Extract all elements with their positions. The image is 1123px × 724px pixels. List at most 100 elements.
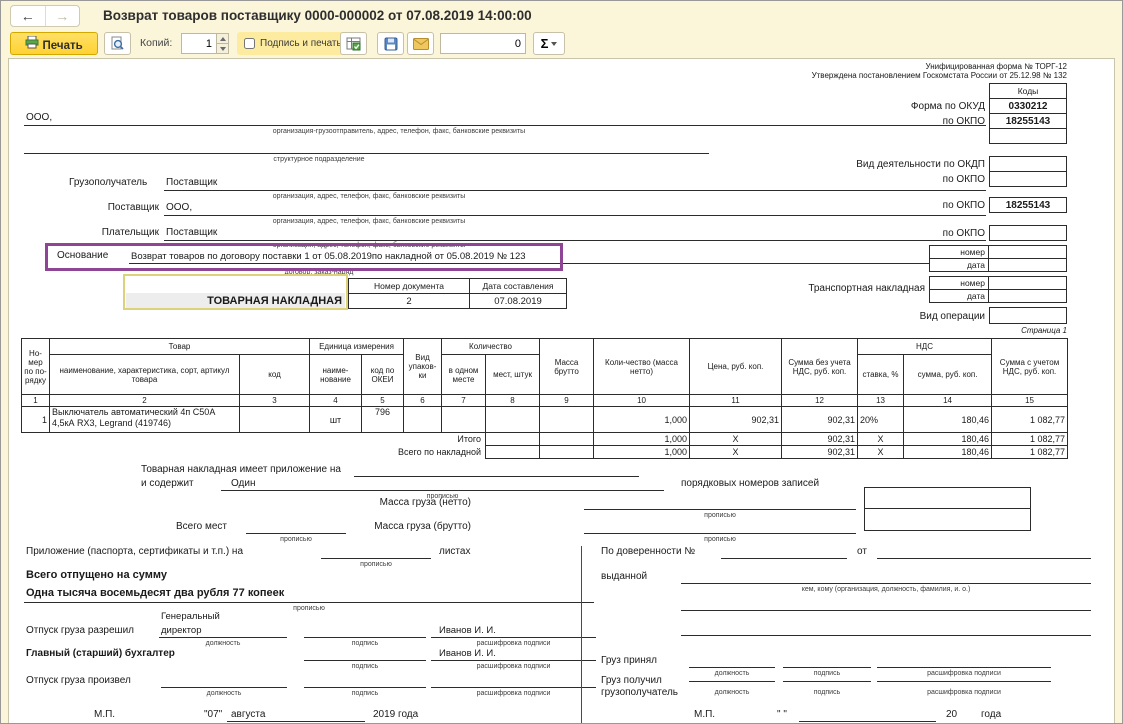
- cargo-received-label1: Груз получил: [601, 675, 662, 686]
- attachment-label: Приложение (паспорта, сертификаты и т.п.…: [26, 546, 243, 557]
- col-num-6: 6: [404, 395, 442, 407]
- accepted-position-underline: [689, 667, 775, 668]
- doc-title: ТОВАРНАЯ НАКЛАДНАЯ: [126, 293, 345, 308]
- okud-label: Форма по ОКУД: [809, 101, 985, 112]
- position-caption-3: должность: [161, 690, 287, 697]
- col-header-qty-places: мест, штук: [486, 355, 540, 395]
- grand-total-label: Всего по накладной: [22, 446, 486, 459]
- appendix-line1: Товарная накладная имеет приложение на: [141, 464, 341, 475]
- mass-gross-label: Масса груза (брутто): [361, 521, 471, 532]
- spreadsheet-icon: [346, 37, 361, 51]
- row-unit: шт: [310, 407, 362, 433]
- accountant-sign-underline: [304, 660, 426, 661]
- col-num-13: 13: [858, 395, 904, 407]
- col-num-8: 8: [486, 395, 540, 407]
- email-button[interactable]: [407, 32, 434, 55]
- grand-amount: 902,31: [782, 446, 858, 459]
- made-sign-underline: [304, 687, 426, 688]
- row-amount: 902,31: [782, 407, 858, 433]
- print-preview-page: Унифицированная форма № ТОРГ-12 Утвержде…: [8, 58, 1115, 724]
- position-caption-r2: должность: [689, 689, 775, 696]
- transport-date-label-cell: дата: [929, 289, 989, 303]
- col-header-qty-in-place: в одном месте: [442, 355, 486, 395]
- col-num-1: 1: [22, 395, 50, 407]
- issued-label: выданной: [601, 571, 647, 582]
- export-table-button[interactable]: [340, 32, 367, 55]
- records-label: порядковых номеров записей: [681, 478, 819, 489]
- date-underline-right: [799, 721, 936, 722]
- consignee-caption: организация, адрес, телефон, факс, банко…: [169, 193, 569, 200]
- col-num-2: 2: [50, 395, 240, 407]
- position-line2: директор: [161, 625, 202, 636]
- allowed-name: Иванов И. И.: [439, 625, 496, 636]
- stepper-down-icon[interactable]: [217, 43, 228, 53]
- sum-button[interactable]: Σ: [533, 32, 565, 55]
- total-sum-words: Одна тысяча восемьдесят два рубля 77 коп…: [26, 587, 284, 599]
- totals-qty: 1,000: [594, 433, 690, 446]
- operation-kind-cell: [989, 307, 1067, 324]
- transport-number-label-cell: номер: [929, 276, 989, 290]
- col-header-vat-rate: ставка, %: [858, 355, 904, 395]
- decode-caption-r1: расшифровка подписи: [877, 670, 1051, 677]
- col-header-package: Вид упаков-ки: [404, 339, 442, 395]
- row-price: 902,31: [690, 407, 782, 433]
- issued-underline-3: [681, 635, 1091, 636]
- codes-header-cell: Коды: [989, 83, 1067, 99]
- totals-price-x: X: [690, 433, 782, 446]
- col-group-unit: Единица измерения: [310, 339, 404, 355]
- totals-vat: 180,46: [904, 433, 992, 446]
- print-button-label: Печать: [43, 40, 83, 52]
- org-caption: организация-грузоотправитель, адрес, тел…: [109, 128, 689, 135]
- row-qty-in-place: [442, 407, 486, 433]
- grand-places: [486, 446, 540, 459]
- basis-number-cell: [988, 245, 1067, 259]
- back-icon[interactable]: ←: [11, 6, 46, 26]
- accountant-decode-underline: [431, 660, 596, 661]
- totals-rate-x: X: [858, 433, 904, 446]
- sign-and-print-checkbox[interactable]: [244, 38, 255, 49]
- basis-date-cell: [988, 258, 1067, 272]
- basis-date-label-cell: дата: [929, 258, 989, 272]
- decode-caption-2: расшифровка подписи: [431, 663, 596, 670]
- doc-date-header: Дата составления: [470, 279, 567, 294]
- grand-gross: [540, 446, 594, 459]
- print-button[interactable]: Печать: [10, 32, 98, 55]
- stepper-up-icon[interactable]: [217, 34, 228, 43]
- col-group-goods: Товар: [50, 339, 310, 355]
- fold-divider: [581, 546, 582, 724]
- col-header-amount: Сумма без учета НДС, руб. коп.: [782, 339, 858, 395]
- form-meta-line1: Унифицированная форма № ТОРГ-12: [709, 62, 1067, 71]
- doc-date-value: 07.08.2019: [470, 294, 567, 309]
- in-words-caption-4: прописью: [584, 536, 856, 543]
- allowed-position-underline: [159, 637, 287, 638]
- col-header-num: Но-мер по по-рядку: [22, 339, 50, 395]
- doc-number-table: Номер документа Дата составления 2 07.08…: [348, 278, 567, 309]
- made-decode-underline: [431, 687, 596, 688]
- accepted-sign-underline: [783, 667, 871, 668]
- consignee-value: Поставщик: [166, 177, 217, 188]
- row-qty-places: [486, 407, 540, 433]
- col-header-gross: Масса брутто: [540, 339, 594, 395]
- received-position-underline: [689, 681, 775, 682]
- grand-rate-x: X: [858, 446, 904, 459]
- preview-button[interactable]: [104, 32, 131, 55]
- row-total: 1 082,77: [992, 407, 1068, 433]
- row-gross: [540, 407, 594, 433]
- org-underline: [24, 125, 986, 126]
- page-number-input[interactable]: [440, 33, 526, 54]
- col-header-unit-code: код по ОКЕИ: [362, 355, 404, 395]
- received-decode-underline: [877, 681, 1051, 682]
- col-header-price: Цена, руб. коп.: [690, 339, 782, 395]
- transport-date-cell: [988, 289, 1067, 303]
- forward-icon[interactable]: →: [46, 6, 80, 26]
- totals-gross: [540, 433, 594, 446]
- transport-waybill-label: Транспортная накладная: [709, 283, 925, 294]
- chevron-down-icon: [551, 42, 557, 46]
- copies-input[interactable]: [181, 33, 217, 54]
- form-meta-line2: Утверждена постановлением Госкомстата Ро…: [659, 71, 1067, 80]
- nav-history-group: ← →: [10, 5, 80, 27]
- col-num-5: 5: [362, 395, 404, 407]
- save-button[interactable]: [377, 32, 404, 55]
- division-caption: структурное подразделение: [69, 156, 569, 163]
- decode-caption-r2: расшифровка подписи: [877, 689, 1051, 696]
